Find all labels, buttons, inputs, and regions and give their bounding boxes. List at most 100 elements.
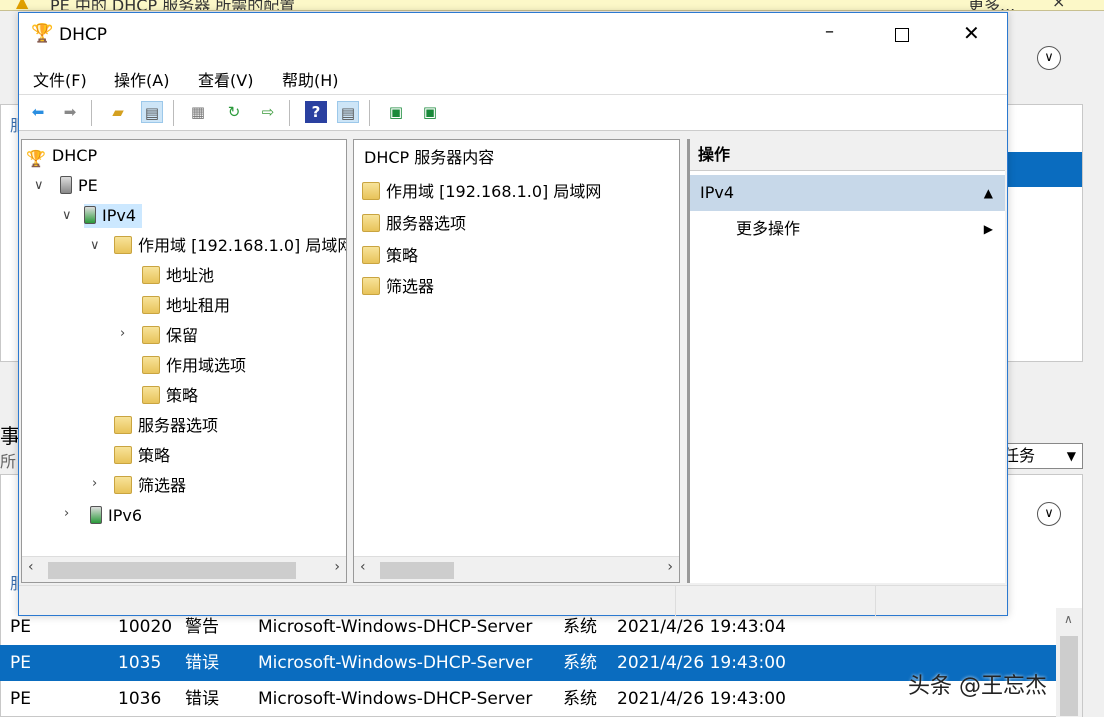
warning-icon: ▲ bbox=[16, 0, 28, 11]
tree-label: 地址租用 bbox=[166, 296, 230, 315]
menu-help[interactable]: 帮助(H) bbox=[282, 67, 339, 91]
content-item-scope[interactable]: 作用域 [192.168.1.0] 局域网 bbox=[362, 180, 601, 204]
server-ok-icon bbox=[90, 506, 102, 524]
tree-scope-policies[interactable]: 策略 bbox=[142, 384, 198, 408]
content-hscrollbar[interactable]: ‹ › bbox=[354, 556, 679, 582]
server-add-icon[interactable]: ▣ bbox=[385, 101, 407, 123]
banner-text: PE 中的 DHCP 服务器 所需的配置 bbox=[50, 0, 295, 11]
tree-label: PE bbox=[78, 176, 98, 195]
chevron-down-icon[interactable]: ∨ bbox=[34, 178, 44, 193]
tree-server-pe[interactable]: PE bbox=[60, 174, 98, 198]
scroll-thumb[interactable] bbox=[48, 562, 296, 579]
chevron-right-icon[interactable]: › bbox=[92, 476, 97, 491]
content-header: DHCP 服务器内容 bbox=[364, 146, 494, 170]
banner-more-link[interactable]: 更多... bbox=[968, 0, 1015, 11]
collapse-up-icon[interactable]: ▲ bbox=[984, 175, 993, 211]
forward-icon[interactable]: ➡ bbox=[59, 101, 81, 123]
scroll-left-icon[interactable]: ‹ bbox=[28, 559, 34, 575]
menu-view[interactable]: 查看(V) bbox=[198, 67, 253, 91]
watermark: 头条 @王忘杰 bbox=[908, 668, 1047, 700]
content-item-server-options[interactable]: 服务器选项 bbox=[362, 212, 466, 236]
chevron-down-icon[interactable]: ∨ bbox=[90, 238, 100, 253]
scroll-left-icon[interactable]: ‹ bbox=[360, 559, 366, 575]
tree-hscrollbar[interactable]: ‹ › bbox=[22, 556, 346, 582]
action-label: 更多操作 bbox=[736, 219, 800, 238]
cell-source: Microsoft-Windows-DHCP-Server bbox=[258, 645, 532, 681]
maximize-button[interactable] bbox=[895, 28, 909, 42]
dhcp-icon: 🏆 bbox=[26, 147, 46, 165]
action-section-ipv4[interactable]: IPv4 ▲ bbox=[690, 175, 1005, 211]
tree-label: 作用域选项 bbox=[166, 356, 246, 375]
menu-action[interactable]: 操作(A) bbox=[114, 67, 169, 91]
tree-dhcp-root[interactable]: 🏆DHCP bbox=[26, 144, 97, 168]
close-button[interactable]: ✕ bbox=[963, 21, 980, 45]
chevron-down-icon[interactable]: ∨ bbox=[62, 208, 72, 223]
item-label: 筛选器 bbox=[386, 277, 434, 296]
tree-address-pool[interactable]: 地址池 bbox=[142, 264, 214, 288]
expand-chevron-icon[interactable]: ∨ bbox=[1037, 502, 1061, 526]
background-selected-row bbox=[1007, 152, 1082, 187]
server-authorize-icon[interactable]: ▣ bbox=[419, 101, 441, 123]
content-item-filters[interactable]: 筛选器 bbox=[362, 275, 434, 299]
tree-label: IPv4 bbox=[102, 206, 136, 225]
tree-label: 保留 bbox=[166, 326, 198, 345]
action-pane: 操作 IPv4 ▲ 更多操作▶ bbox=[687, 139, 1005, 583]
reservations-icon bbox=[142, 326, 160, 344]
refresh-icon[interactable]: ↻ bbox=[223, 101, 245, 123]
content-item-policies[interactable]: 策略 bbox=[362, 244, 418, 268]
properties-icon[interactable]: ▦ bbox=[187, 101, 209, 123]
status-bar bbox=[19, 585, 1007, 615]
server-options-icon bbox=[362, 214, 380, 232]
back-icon[interactable]: ⬅ bbox=[27, 101, 49, 123]
item-label: 服务器选项 bbox=[386, 214, 466, 233]
section-label: IPv4 bbox=[700, 183, 734, 202]
policies-icon bbox=[114, 446, 132, 464]
event-row-selected[interactable]: PE 1035 错误 Microsoft-Windows-DHCP-Server… bbox=[0, 645, 1056, 681]
menu-bar: 文件(F) 操作(A) 查看(V) 帮助(H) bbox=[19, 59, 1007, 95]
show-hide-tree-icon[interactable]: ▤ bbox=[141, 101, 163, 123]
scroll-right-icon[interactable]: › bbox=[667, 559, 673, 575]
tree-ipv6[interactable]: IPv6 bbox=[90, 504, 142, 528]
toolbar: ⬅ ➡ ▰ ▤ ▦ ↻ ⇨ ? ▤ ▣ ▣ bbox=[19, 95, 1007, 131]
expand-chevron-icon[interactable]: ∨ bbox=[1037, 46, 1061, 70]
minimize-button[interactable]: – bbox=[825, 21, 834, 42]
window-title: DHCP bbox=[59, 25, 107, 45]
dropdown-arrow-icon: ▼ bbox=[1067, 444, 1076, 468]
tree-ipv4[interactable]: IPv4 bbox=[84, 204, 142, 228]
events-scrollbar[interactable]: ∧ bbox=[1056, 608, 1082, 717]
chevron-right-icon[interactable]: › bbox=[64, 506, 69, 521]
notification-banner: ▲ PE 中的 DHCP 服务器 所需的配置 更多... × bbox=[0, 0, 1104, 11]
tree-filters[interactable]: 筛选器 bbox=[114, 474, 186, 498]
policies-icon bbox=[362, 246, 380, 264]
scope-options-icon bbox=[142, 356, 160, 374]
menu-file[interactable]: 文件(F) bbox=[33, 67, 87, 91]
tree-address-leases[interactable]: 地址租用 bbox=[142, 294, 230, 318]
chevron-right-icon[interactable]: › bbox=[120, 326, 125, 341]
tree-scope[interactable]: 作用域 [192.168.1.0] 局域网 bbox=[114, 234, 347, 258]
title-bar[interactable]: 🏆 DHCP – ✕ bbox=[19, 13, 1007, 59]
export-list-icon[interactable]: ⇨ bbox=[257, 101, 279, 123]
tree-server-options[interactable]: 服务器选项 bbox=[114, 414, 218, 438]
scroll-up-icon[interactable]: ∧ bbox=[1064, 612, 1073, 626]
server-options-icon bbox=[114, 416, 132, 434]
show-hide-action-pane-icon[interactable]: ▤ bbox=[337, 101, 359, 123]
cell-level: 错误 bbox=[185, 681, 219, 717]
tree-label: 策略 bbox=[166, 386, 198, 405]
scroll-thumb[interactable] bbox=[380, 562, 454, 579]
cell-id: 1036 bbox=[118, 681, 161, 717]
filter-icon bbox=[114, 476, 132, 494]
scroll-right-icon[interactable]: › bbox=[334, 559, 340, 575]
action-pane-header: 操作 bbox=[690, 139, 1005, 171]
event-row[interactable]: PE 1036 错误 Microsoft-Windows-DHCP-Server… bbox=[0, 681, 1056, 717]
banner-close-button[interactable]: × bbox=[1052, 0, 1065, 11]
up-folder-icon[interactable]: ▰ bbox=[107, 101, 129, 123]
tree-reservations[interactable]: 保留 bbox=[142, 324, 198, 348]
cell-time: 2021/4/26 19:43:00 bbox=[617, 645, 786, 681]
scroll-thumb[interactable] bbox=[1060, 636, 1078, 716]
server-icon bbox=[60, 176, 72, 194]
tree-policies[interactable]: 策略 bbox=[114, 444, 170, 468]
cell-time: 2021/4/26 19:43:00 bbox=[617, 681, 786, 717]
tree-scope-options[interactable]: 作用域选项 bbox=[142, 354, 246, 378]
help-icon[interactable]: ? bbox=[305, 101, 327, 123]
action-more-actions[interactable]: 更多操作▶ bbox=[690, 215, 1005, 243]
